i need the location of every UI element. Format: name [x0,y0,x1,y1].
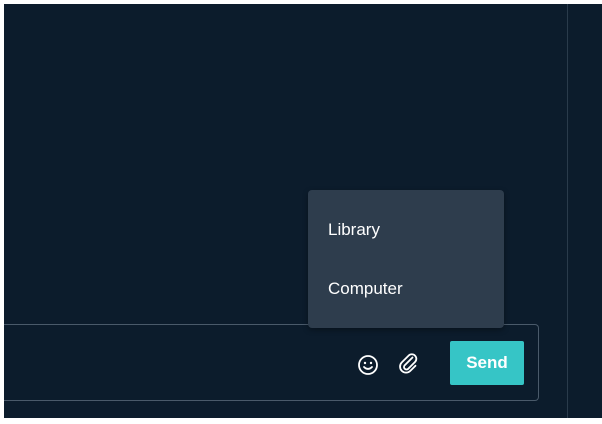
send-button[interactable]: Send [450,341,524,385]
attach-menu: Library Computer [308,190,504,328]
right-pane [568,4,602,418]
paperclip-icon [399,353,418,374]
emoji-button[interactable] [356,353,380,377]
chat-app: Send Library Computer [0,0,602,424]
attach-button[interactable] [396,351,420,375]
menu-item-library[interactable]: Library [308,208,504,252]
message-composer[interactable]: Send [4,324,539,401]
smiley-face-icon [358,355,378,375]
menu-item-label: Library [328,220,380,239]
menu-item-label: Computer [328,279,403,298]
menu-item-computer[interactable]: Computer [308,267,504,311]
